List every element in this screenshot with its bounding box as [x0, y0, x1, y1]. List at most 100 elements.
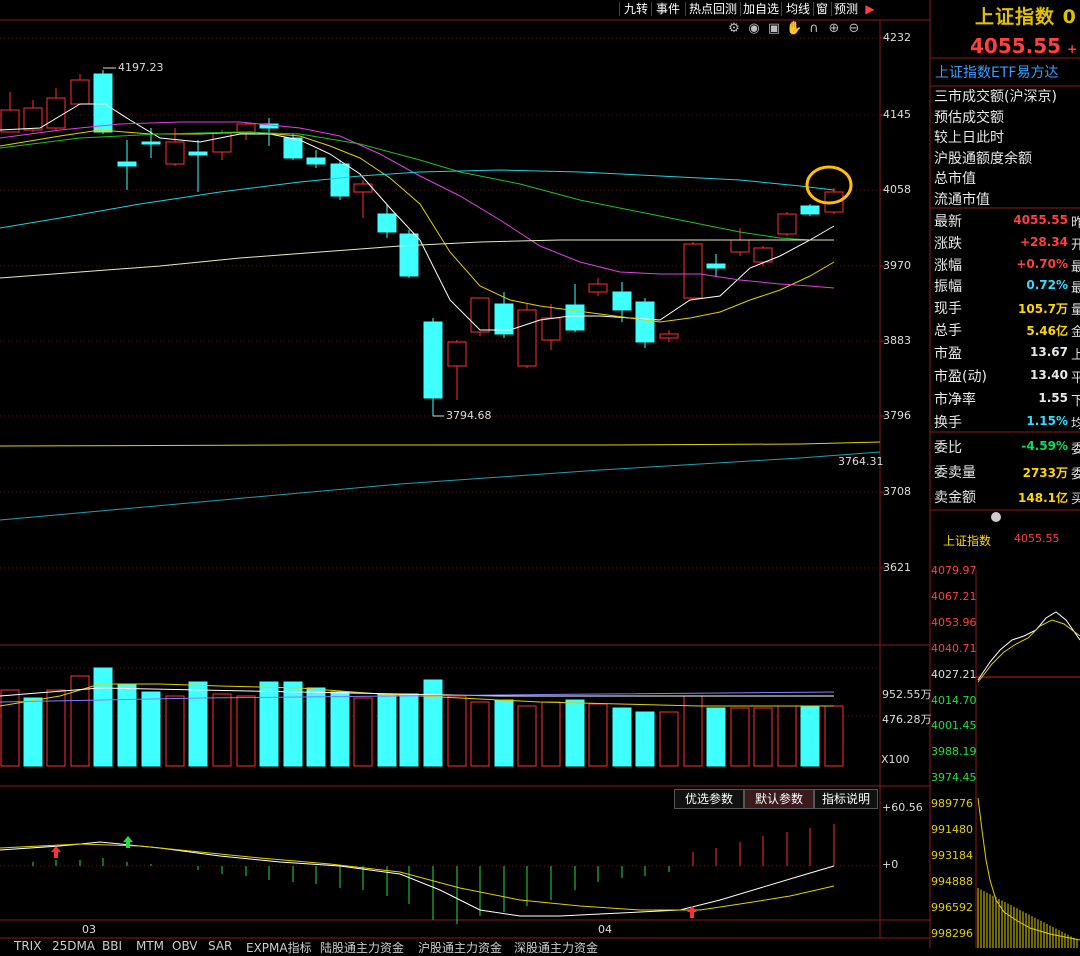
- quote-tail-label: 开: [1071, 238, 1080, 253]
- candle-body: [470, 297, 490, 333]
- tab-default-params[interactable]: 默认参数: [744, 789, 814, 809]
- index-price: 4055.55 +: [970, 34, 1078, 58]
- indicator-tick-zero: +0: [882, 858, 899, 871]
- toolbar-button-5[interactable]: 窗: [814, 0, 830, 18]
- volume-bar: [541, 701, 561, 767]
- quote-tail-label: 下: [1071, 394, 1080, 409]
- quote-tail-label: 委: [1071, 467, 1080, 482]
- mini-axis-label: 4067.21: [931, 589, 977, 603]
- zoom-in-icon[interactable]: ⊕: [826, 20, 842, 38]
- magnet-icon[interactable]: ∩: [806, 20, 822, 38]
- mini-avg-line: [977, 619, 1080, 683]
- bottom-tab-2[interactable]: BBI: [102, 939, 122, 953]
- mini-axis-label: 4014.70: [931, 693, 977, 707]
- quote-label: 振幅: [934, 279, 962, 295]
- mini-axis-label: 4079.97: [931, 564, 977, 577]
- toolbar-button-6[interactable]: 预测: [832, 0, 860, 18]
- etf-link[interactable]: 上证指数ETF易方达: [935, 62, 1058, 82]
- volume-bar: [399, 693, 419, 767]
- volume-bar: [377, 693, 397, 767]
- quote-label: 市净率: [934, 392, 976, 408]
- volume-bar: [635, 711, 655, 767]
- mini-axis-label: 994888: [931, 874, 973, 888]
- volume-bar: [283, 681, 303, 767]
- bottom-tab-1[interactable]: 25DMA: [52, 939, 95, 953]
- volume-bar: [565, 699, 585, 767]
- mini-axis-label: 3974.45: [931, 771, 977, 785]
- play-button[interactable]: ▶: [862, 0, 878, 18]
- eye-icon[interactable]: ◉: [746, 20, 762, 38]
- tab-optimized-params[interactable]: 优选参数: [674, 789, 744, 809]
- date-label-03: 03: [82, 923, 96, 936]
- volume-bar: [517, 705, 537, 767]
- quote-value: +28.34: [1019, 235, 1068, 249]
- quote-tail-label: 均: [1071, 417, 1080, 432]
- toolbar-button-1[interactable]: 事件: [652, 0, 684, 18]
- toolbar-button-2[interactable]: 热点回测: [686, 0, 740, 18]
- quote-value: 148.1亿: [1018, 491, 1068, 505]
- volume-bar: [141, 691, 161, 767]
- mini-axis-label: 996592: [931, 900, 973, 914]
- bottom-tab-5[interactable]: SAR: [208, 939, 232, 953]
- candle-body: [23, 107, 43, 131]
- quote-value: +0.70%: [1016, 257, 1068, 271]
- summary-label: 较上日此时: [934, 130, 1004, 146]
- candle-body: [706, 263, 726, 269]
- quote-label: 最新: [934, 214, 962, 230]
- volume-bar: [165, 695, 185, 767]
- price-tick-label: 3970: [883, 259, 911, 272]
- date-label-04: 04: [598, 923, 612, 936]
- volume-unit: X100: [881, 753, 910, 766]
- toolbar-button-0[interactable]: 九转: [620, 0, 652, 18]
- volume-bar: [730, 707, 750, 767]
- volume-bar: [683, 695, 703, 767]
- volume-bar: [659, 711, 679, 767]
- mini-axis-label: 4053.96: [931, 615, 977, 629]
- toolbar-separator: [651, 2, 652, 16]
- summary-label: 总市值: [934, 171, 976, 187]
- quote-tail-label: 金: [1071, 325, 1080, 340]
- quote-value: 5.46亿: [1026, 324, 1068, 338]
- quote-tail-label: 最: [1071, 260, 1080, 275]
- zoom-out-icon[interactable]: ⊖: [846, 20, 862, 38]
- candle-body: [777, 213, 797, 235]
- volume-tick-high: 952.55万: [882, 688, 932, 701]
- candle-body: [517, 309, 537, 367]
- quote-tail-label: 委: [1071, 442, 1080, 457]
- settings-icon[interactable]: ⚙: [726, 20, 742, 38]
- bottom-tab-4[interactable]: OBV: [172, 939, 198, 953]
- ma30-line: [0, 131, 834, 241]
- quote-label: 委卖量: [934, 465, 976, 481]
- candle-body: [46, 97, 66, 129]
- volume-bar: [612, 707, 632, 767]
- tab-indicator-info[interactable]: 指标说明: [814, 789, 878, 809]
- quote-value: -4.59%: [1021, 439, 1068, 453]
- bottom-tab-3[interactable]: MTM: [136, 939, 164, 953]
- quote-label: 现手: [934, 301, 962, 317]
- lock-icon[interactable]: ▣: [766, 20, 782, 38]
- volume-bar: [188, 681, 208, 767]
- candle-body: [283, 137, 303, 159]
- toolbar-button-3[interactable]: 加自选: [741, 0, 781, 18]
- toolbar-separator: [619, 2, 620, 16]
- quote-tail-label: 上: [1071, 348, 1080, 363]
- indicator-line-white: [0, 841, 835, 917]
- hand-icon[interactable]: ✋: [786, 20, 802, 38]
- toolbar-separator: [781, 2, 782, 16]
- quote-value: 1.55: [1038, 391, 1068, 405]
- candle-body: [93, 73, 113, 133]
- candle-body: [306, 157, 326, 165]
- quote-tail-label: 最: [1071, 281, 1080, 296]
- price-tick-label: 3708: [883, 485, 911, 498]
- bottom-tab-0[interactable]: TRIX: [14, 939, 41, 953]
- candle-body: [541, 317, 561, 341]
- candle-body: [141, 141, 161, 145]
- indicator-line-yellow: [0, 843, 835, 911]
- sell-signal-arrow: [123, 836, 133, 842]
- mini-axis-label: 998296: [931, 926, 973, 940]
- toolbar-button-4[interactable]: 均线: [782, 0, 814, 18]
- mini-axis-label: 4001.45: [931, 719, 977, 733]
- volume-bar: [236, 695, 256, 767]
- price-tick-label: 3883: [883, 334, 911, 347]
- candle-body: [683, 243, 703, 299]
